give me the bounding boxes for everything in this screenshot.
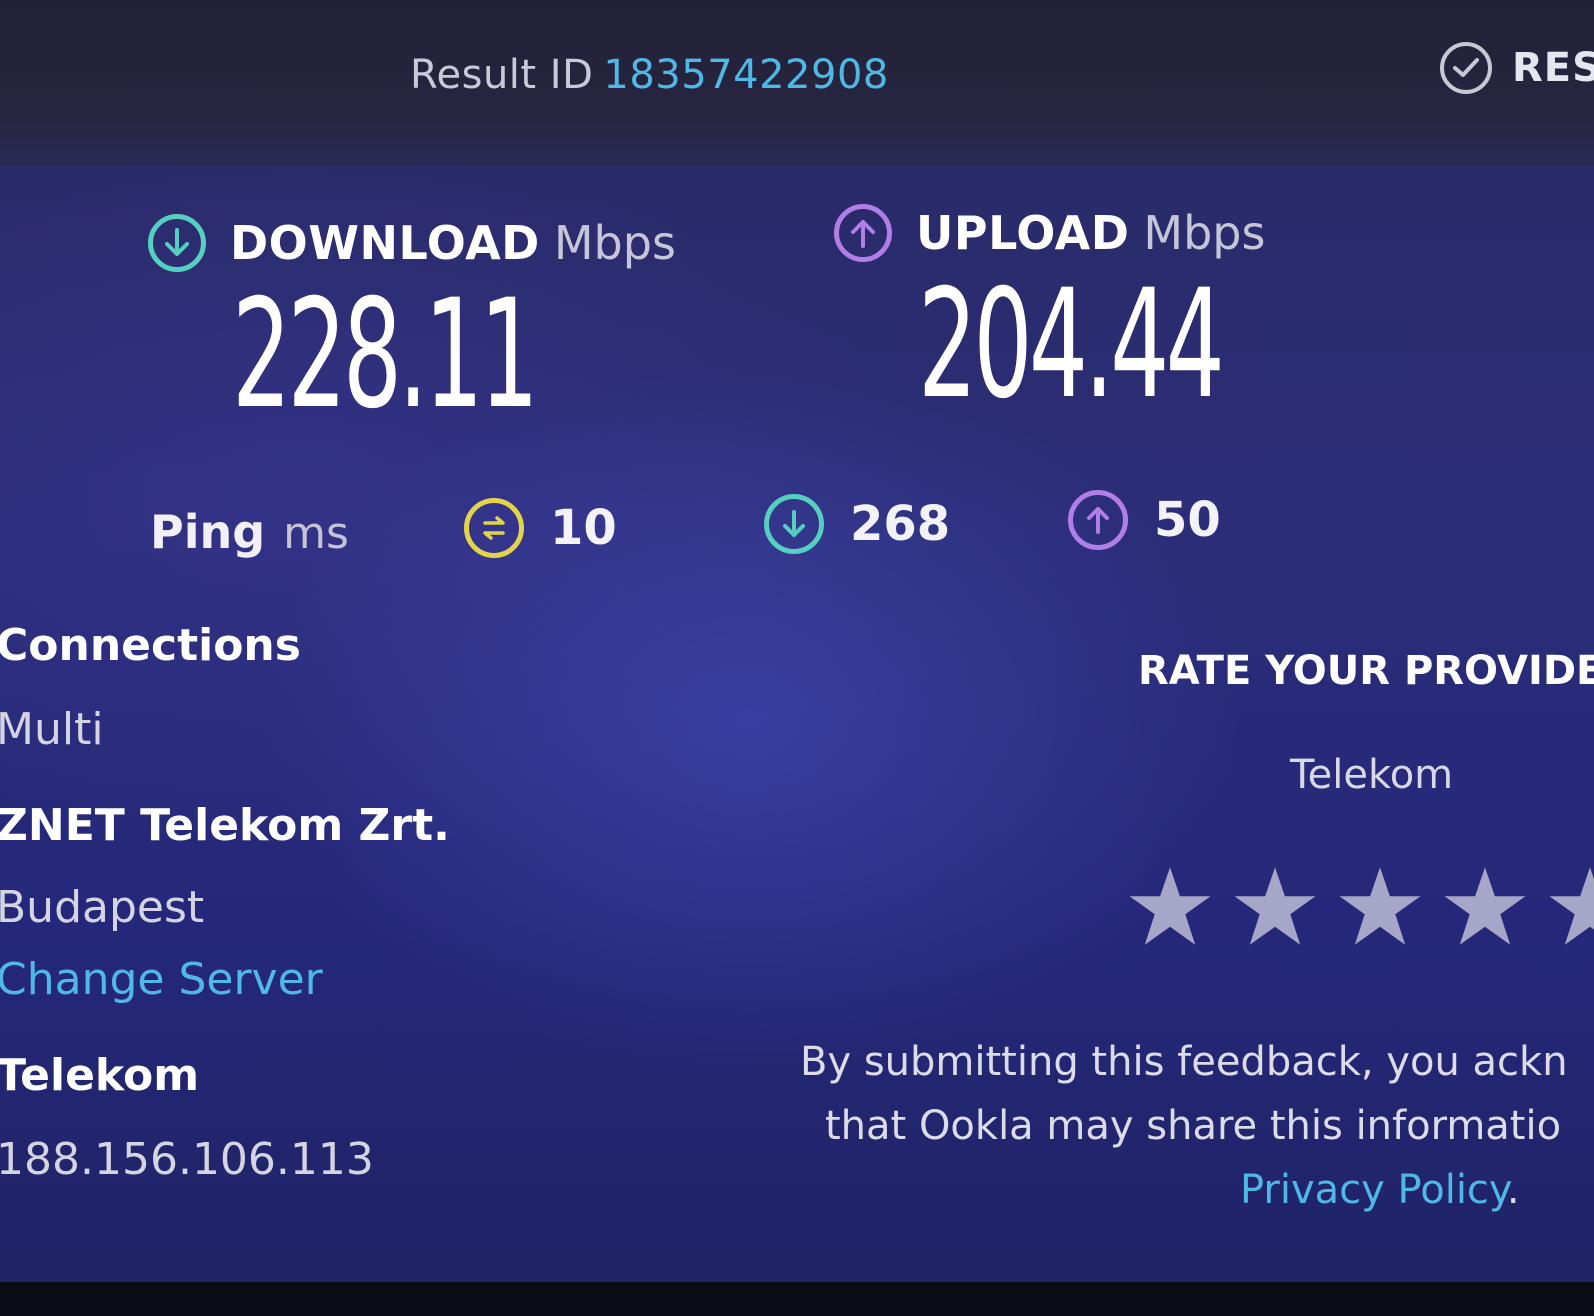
screen-bezel [0,1282,1594,1316]
ping-idle-value: 10 [550,500,617,556]
disclaimer-line-2: that Ookla may share this informatio [825,1103,1562,1149]
download-arrow-icon [148,214,206,272]
ip-address: 188.156.106.113 [0,1134,374,1185]
download-title: DOWNLOAD [230,216,540,270]
result-id-label: Result ID [410,52,594,98]
feedback-disclaimer: By submitting this feedback, you ackn th… [800,1030,1568,1222]
star-icon[interactable] [1125,862,1215,952]
download-header: DOWNLOAD Mbps [148,214,676,272]
download-speed-value: 228.11 [232,268,539,442]
star-icon[interactable] [1440,862,1530,952]
speedtest-result-screen: Result ID 18357422908 RES DOWNLOAD Mbps 2… [0,0,1594,1316]
download-unit: Mbps [553,216,676,270]
connections-title: Connections [0,620,301,671]
upload-header: UPLOAD Mbps [834,204,1265,262]
server-city: Budapest [0,882,205,933]
results-button-label: RES [1512,45,1594,91]
rate-provider-name: Telekom [1290,752,1454,798]
upload-speed-value: 204.44 [918,258,1225,432]
ping-idle[interactable]: 10 [464,498,617,558]
ping-upload-value: 50 [1154,492,1221,548]
disclaimer-line-3: Privacy Policy. [800,1158,1568,1222]
star-icon[interactable] [1230,862,1320,952]
upload-latency-icon [1068,490,1128,550]
star-rating[interactable] [1125,862,1594,952]
privacy-policy-link[interactable]: Privacy Policy [1240,1167,1507,1213]
download-latency-icon [764,494,824,554]
result-header-bar: Result ID 18357422908 RES [0,0,1594,165]
ping-title: Ping [150,505,266,559]
isp-name: Telekom [0,1050,200,1101]
star-icon[interactable] [1335,862,1425,952]
upload-title: UPLOAD [916,206,1130,260]
ping-unit: ms [283,508,349,559]
upload-arrow-icon [834,204,892,262]
upload-unit: Mbps [1143,206,1266,260]
ping-download[interactable]: 268 [764,494,950,554]
privacy-suffix: . [1506,1167,1520,1213]
change-server-link[interactable]: Change Server [0,954,323,1005]
ping-label: Ping ms [150,505,349,559]
connections-mode[interactable]: Multi [0,704,104,755]
ping-download-value: 268 [850,496,951,552]
server-name: ZNET Telekom Zrt. [0,800,450,851]
disclaimer-line-1: By submitting this feedback, you ackn [800,1039,1568,1085]
results-button[interactable]: RES [1440,38,1594,98]
ping-upload[interactable]: 50 [1068,490,1221,550]
check-circle-icon [1440,42,1492,94]
result-id: Result ID 18357422908 [410,52,889,98]
result-id-value[interactable]: 18357422908 [603,52,888,98]
star-icon[interactable] [1545,862,1594,952]
idle-latency-icon [464,498,524,558]
rate-provider-title: RATE YOUR PROVIDE [1138,648,1594,694]
